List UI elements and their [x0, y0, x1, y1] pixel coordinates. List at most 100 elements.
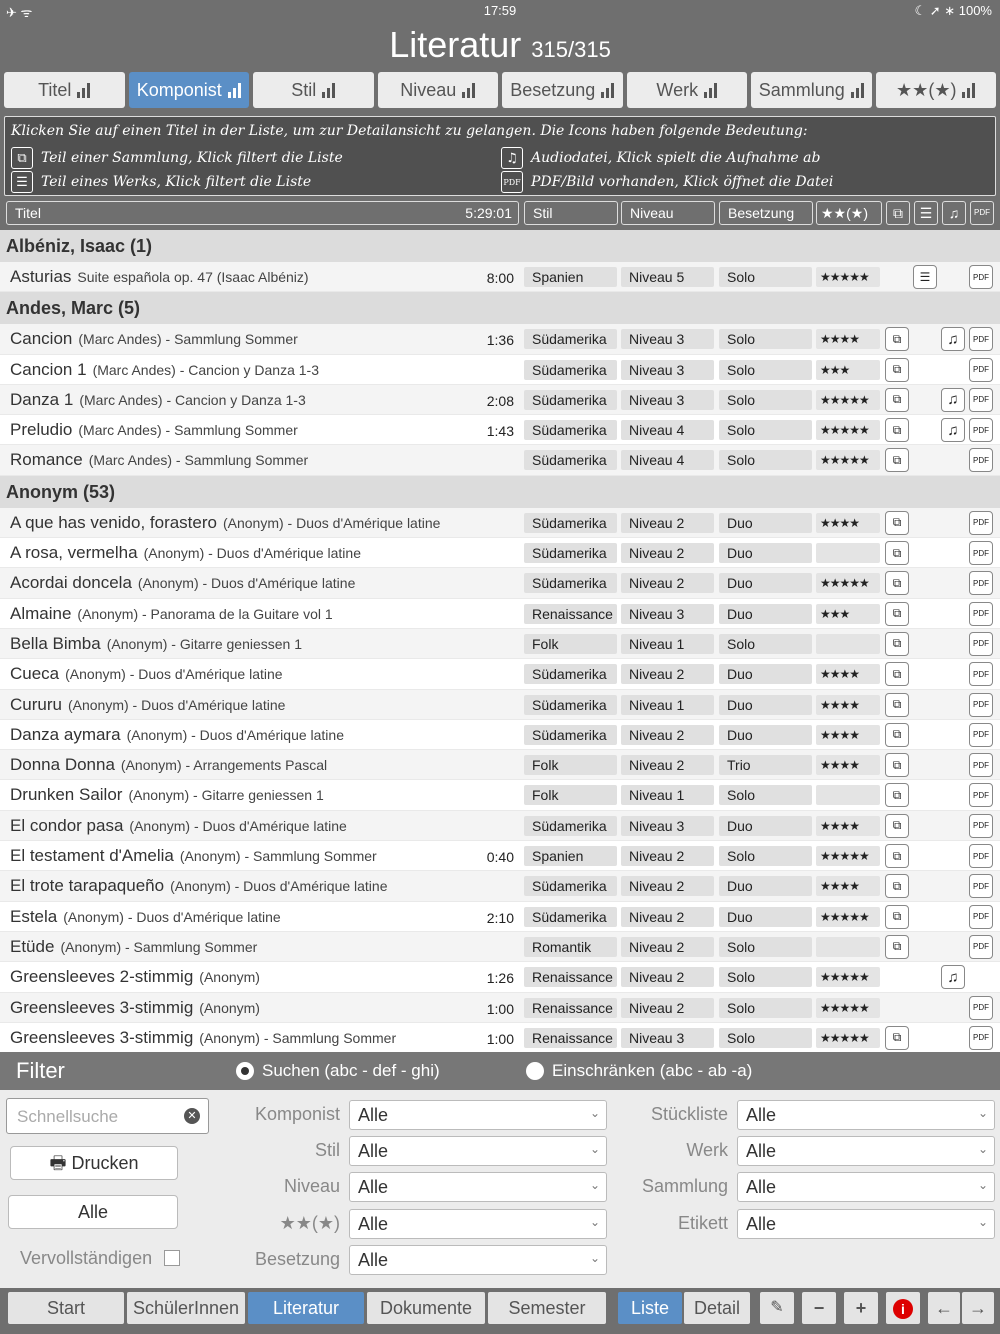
- filter-select[interactable]: Alle ⌄: [737, 1172, 995, 1203]
- collection-icon[interactable]: ⧉: [885, 1025, 909, 1050]
- pdf-icon[interactable]: PDF: [969, 722, 993, 747]
- radio-restrict[interactable]: Einschränken (abc - ab -a): [526, 1061, 752, 1081]
- pdf-icon[interactable]: PDF: [969, 692, 993, 717]
- tab-2[interactable]: Stil: [253, 72, 374, 108]
- table-row[interactable]: El trote tarapaqueño (Anonym) - Duos d'Am…: [0, 871, 1000, 902]
- pdf-icon[interactable]: PDF: [969, 662, 993, 687]
- pdf-icon[interactable]: PDF: [969, 631, 993, 656]
- table-row[interactable]: Greensleeves 3-stimmig (Anonym) - Sammlun…: [0, 1023, 1000, 1052]
- filter-select[interactable]: Alle ⌄: [349, 1100, 607, 1130]
- filter-select[interactable]: Alle ⌄: [349, 1244, 607, 1275]
- nav-schueler[interactable]: SchülerInnen: [127, 1292, 245, 1324]
- table-row[interactable]: Danza 1 (Marc Andes) - Cancion y Danza 1-…: [0, 384, 1000, 416]
- collection-icon[interactable]: ⧉: [885, 783, 909, 808]
- collection-icon[interactable]: ⧉: [885, 722, 909, 747]
- header-stil[interactable]: Stil: [524, 201, 618, 225]
- filter-select[interactable]: Alle ⌄: [349, 1136, 607, 1167]
- collection-icon[interactable]: ⧉: [885, 448, 909, 473]
- pdf-icon[interactable]: PDF: [969, 1025, 993, 1050]
- collection-icon[interactable]: ⧉: [885, 571, 909, 596]
- table-row[interactable]: El condor pasa (Anonym) - Duos d'Amérique…: [0, 810, 1000, 842]
- table-row[interactable]: Bella Bimba (Anonym) - Gitarre geniessen …: [0, 628, 1000, 660]
- nav-dokumente[interactable]: Dokumente: [367, 1292, 485, 1324]
- nav-literatur[interactable]: Literatur: [248, 1292, 364, 1324]
- pdf-icon[interactable]: PDF: [969, 783, 993, 808]
- tab-7[interactable]: ★★(★): [875, 72, 996, 108]
- header-work-icon[interactable]: ☰: [914, 201, 938, 225]
- table-row[interactable]: A rosa, vermelha (Anonym) - Duos d'Amériq…: [0, 538, 1000, 569]
- arrow-right-icon[interactable]: →: [962, 1292, 994, 1324]
- pdf-icon[interactable]: PDF: [969, 813, 993, 838]
- tab-1[interactable]: Komponist: [128, 72, 249, 108]
- table-row[interactable]: Asturias Suite española op. 47 (Isaac Alb…: [0, 262, 1000, 293]
- header-niveau[interactable]: Niveau: [621, 201, 715, 225]
- pdf-icon[interactable]: PDF: [969, 541, 993, 566]
- all-button[interactable]: Alle: [8, 1195, 178, 1229]
- tab-3[interactable]: Niveau: [377, 72, 498, 108]
- tab-4[interactable]: Besetzung: [502, 72, 623, 108]
- collection-icon[interactable]: ⧉: [885, 904, 909, 929]
- pdf-icon[interactable]: PDF: [969, 934, 993, 959]
- collection-icon[interactable]: ⧉: [885, 418, 909, 443]
- audio-icon[interactable]: ♫: [941, 965, 965, 990]
- collection-icon[interactable]: ⧉: [885, 692, 909, 717]
- complete-checkbox[interactable]: [164, 1250, 180, 1266]
- pdf-icon[interactable]: PDF: [969, 995, 993, 1020]
- tab-0[interactable]: Titel: [4, 72, 125, 108]
- table-row[interactable]: A que has venido, forastero (Anonym) - Du…: [0, 507, 1000, 539]
- pdf-icon[interactable]: PDF: [969, 874, 993, 899]
- pdf-icon[interactable]: PDF: [969, 844, 993, 869]
- quick-search-input[interactable]: Schnellsuche ✕: [6, 1098, 209, 1134]
- plus-icon[interactable]: +: [844, 1292, 878, 1324]
- work-list-icon[interactable]: ☰: [913, 265, 937, 289]
- table-row[interactable]: Cancion (Marc Andes) - Sammlung Sommer 1:3…: [0, 324, 1000, 355]
- table-row[interactable]: Etüde (Anonym) - Sammlung Sommer Romantik N…: [0, 931, 1000, 963]
- table-row[interactable]: Donna Donna (Anonym) - Arrangements Pasca…: [0, 750, 1000, 781]
- view-detail[interactable]: Detail: [684, 1292, 750, 1324]
- literature-list[interactable]: Albéniz, Isaac (1) Asturias Suite española…: [0, 230, 1000, 1052]
- pdf-icon[interactable]: PDF: [969, 357, 993, 382]
- table-row[interactable]: Cururu (Anonym) - Duos d'Amérique latine S…: [0, 689, 1000, 720]
- filter-select[interactable]: Alle ⌄: [737, 1208, 995, 1239]
- collection-icon[interactable]: ⧉: [885, 357, 909, 382]
- table-row[interactable]: Cueca (Anonym) - Duos d'Amérique latine Sü…: [0, 659, 1000, 690]
- pdf-icon[interactable]: PDF: [969, 387, 993, 412]
- table-row[interactable]: Drunken Sailor (Anonym) - Gitarre geniess…: [0, 780, 1000, 811]
- audio-icon[interactable]: ♫: [941, 327, 965, 352]
- filter-select[interactable]: Alle ⌄: [737, 1136, 995, 1167]
- pdf-icon[interactable]: PDF: [969, 265, 993, 289]
- filter-select[interactable]: Alle ⌄: [737, 1100, 995, 1130]
- collection-icon[interactable]: ⧉: [885, 601, 909, 626]
- edit-icon[interactable]: ✎: [760, 1292, 794, 1324]
- pdf-icon[interactable]: PDF: [969, 448, 993, 473]
- tab-6[interactable]: Sammlung: [751, 72, 872, 108]
- nav-semester[interactable]: Semester: [488, 1292, 606, 1324]
- view-liste[interactable]: Liste: [618, 1292, 682, 1324]
- collection-icon[interactable]: ⧉: [885, 387, 909, 412]
- radio-search[interactable]: Suchen (abc - def - ghi): [236, 1061, 440, 1081]
- header-rating[interactable]: ★★(★): [816, 201, 882, 225]
- clear-icon[interactable]: ✕: [184, 1108, 200, 1124]
- table-row[interactable]: Almaine (Anonym) - Panorama de la Guitare…: [0, 599, 1000, 629]
- filter-select[interactable]: Alle ⌄: [349, 1208, 607, 1239]
- pdf-icon[interactable]: PDF: [969, 418, 993, 443]
- filter-select[interactable]: Alle ⌄: [349, 1172, 607, 1203]
- collection-icon[interactable]: ⧉: [885, 813, 909, 838]
- header-collection-icon[interactable]: ⧉: [886, 201, 910, 225]
- arrow-left-icon[interactable]: ←: [928, 1292, 960, 1324]
- collection-icon[interactable]: ⧉: [885, 874, 909, 899]
- table-row[interactable]: Greensleeves 2-stimmig (Anonym) 1:26 Renais…: [0, 962, 1000, 993]
- table-row[interactable]: Danza aymara (Anonym) - Duos d'Amérique l…: [0, 720, 1000, 751]
- pdf-icon[interactable]: PDF: [969, 601, 993, 626]
- collection-icon[interactable]: ⧉: [885, 753, 909, 778]
- collection-icon[interactable]: ⧉: [885, 934, 909, 959]
- minus-icon[interactable]: −: [802, 1292, 836, 1324]
- pdf-icon[interactable]: PDF: [969, 753, 993, 778]
- pdf-icon[interactable]: PDF: [969, 571, 993, 596]
- collection-icon[interactable]: ⧉: [885, 327, 909, 352]
- table-row[interactable]: Cancion 1 (Marc Andes) - Cancion y Danza …: [0, 355, 1000, 385]
- table-row[interactable]: Greensleeves 3-stimmig (Anonym) 1:00 Renais…: [0, 992, 1000, 1023]
- collection-icon[interactable]: ⧉: [885, 844, 909, 869]
- header-titel[interactable]: Titel 5:29:01: [6, 201, 519, 225]
- table-row[interactable]: Estela (Anonym) - Duos d'Amérique latine 2…: [0, 902, 1000, 932]
